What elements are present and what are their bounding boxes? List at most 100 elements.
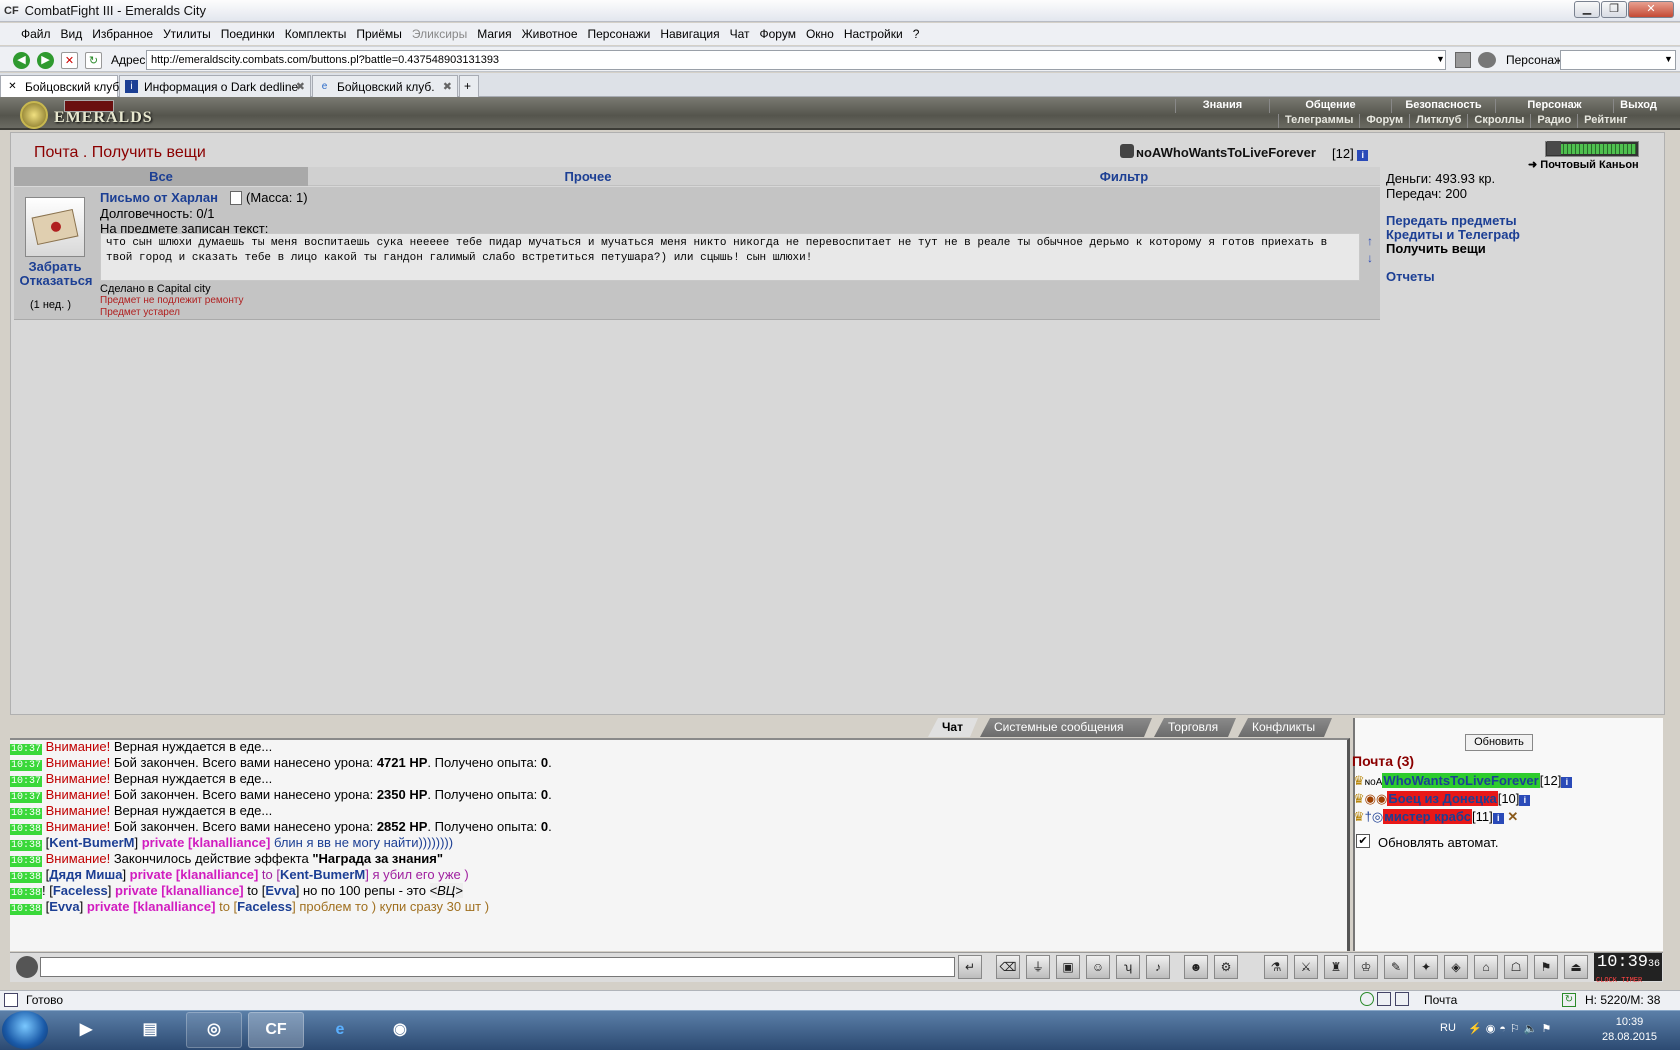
menu-techniques[interactable]: Приёмы <box>351 27 407 41</box>
take-link[interactable]: Забрать <box>25 259 85 274</box>
stop-icon[interactable]: ✕ <box>61 52 78 69</box>
location-link[interactable]: ➜ Почтовый Каньон <box>1528 158 1639 171</box>
eraser-icon[interactable]: ⌫ <box>996 955 1020 979</box>
new-tab-button[interactable]: + <box>459 75 479 97</box>
nav-forum[interactable]: Форум <box>1359 114 1409 128</box>
chat-tab-chat[interactable]: Чат <box>928 718 978 737</box>
chat-nick[interactable]: Faceless <box>53 883 108 898</box>
doc-status-icon[interactable] <box>1377 992 1392 1006</box>
menu-utilities[interactable]: Утилиты <box>158 27 216 41</box>
refresh-status-icon[interactable] <box>1360 992 1374 1006</box>
nav-character[interactable]: Персонаж <box>1495 99 1613 113</box>
speaker-icon[interactable] <box>16 956 38 978</box>
close-tab-icon[interactable]: ✖ <box>443 80 452 93</box>
flag-icon[interactable]: ⚑ <box>1534 955 1558 979</box>
link-credits-telegraph[interactable]: Кредиты и Телеграф <box>1386 227 1520 242</box>
scroll-icon[interactable]: ✎ <box>1384 955 1408 979</box>
text-scroll-arrows-icon[interactable]: ↑ ↓ <box>1364 233 1376 269</box>
ie-icon[interactable]: e <box>312 1012 368 1048</box>
tab-fight-club-2[interactable]: e Бойцовский клуб. ✖ <box>312 75 458 97</box>
menu-chat[interactable]: Чат <box>725 27 755 41</box>
bag-icon[interactable]: ♜ <box>1324 955 1348 979</box>
close-button[interactable]: ✕ <box>1628 1 1674 18</box>
info-icon[interactable]: i <box>1561 777 1573 788</box>
nav-litclub[interactable]: Литклуб <box>1409 114 1467 128</box>
dance-icon[interactable]: ☺ <box>1086 955 1110 979</box>
friends-icon[interactable]: ☖ <box>1504 955 1528 979</box>
chat-nick[interactable]: Kent-BumerM <box>280 867 365 882</box>
menu-window[interactable]: Окно <box>801 27 839 41</box>
menu-magic[interactable]: Магия <box>472 27 516 41</box>
link-reports[interactable]: Отчеты <box>1386 269 1435 284</box>
go-icon[interactable] <box>1455 52 1471 68</box>
smiley-icon[interactable]: ☻ <box>1184 955 1208 979</box>
maximize-button[interactable]: ❐ <box>1601 1 1627 18</box>
nav-radio[interactable]: Радио <box>1530 114 1577 128</box>
menu-settings[interactable]: Настройки <box>839 27 908 41</box>
chat-nick[interactable]: Evva <box>49 899 79 914</box>
menu-file[interactable]: Файл <box>16 27 56 41</box>
tab-info[interactable]: i Информация о Dark dedline ✖ <box>119 75 311 97</box>
chat-nick[interactable]: Дядя Миша <box>49 867 122 882</box>
chat-tab-system[interactable]: Системные сообщения <box>980 718 1152 737</box>
private-label[interactable]: private [klanalliance] <box>87 899 216 914</box>
info-icon[interactable]: i <box>1492 813 1504 824</box>
character-name[interactable]: ɴoAWhoWantsToLiveForever <box>1136 145 1316 160</box>
menu-animal[interactable]: Животное <box>517 27 583 41</box>
filter-icon[interactable]: ⏚ <box>1026 955 1050 979</box>
chat-tab-trade[interactable]: Торговля <box>1154 718 1236 737</box>
start-button[interactable] <box>2 1011 48 1049</box>
close-tab-icon[interactable]: ✖ <box>296 80 305 93</box>
menu-characters[interactable]: Персонажи <box>583 27 656 41</box>
address-input[interactable]: http://emeraldscity.combats.com/buttons.… <box>146 50 1446 70</box>
nav-scrolls[interactable]: Скроллы <box>1467 114 1530 128</box>
chat-input[interactable] <box>40 957 955 977</box>
window-status-icon[interactable] <box>1394 992 1409 1006</box>
chat-settings-icon[interactable]: ⚙ <box>1214 955 1238 979</box>
nav-rating[interactable]: Рейтинг <box>1577 114 1633 128</box>
auto-refresh-checkbox[interactable]: ✔ <box>1356 834 1370 848</box>
menu-duels[interactable]: Поединки <box>216 27 280 41</box>
menu-navigation[interactable]: Навигация <box>655 27 724 41</box>
nav-communication[interactable]: Общение <box>1269 99 1391 113</box>
refresh-icon[interactable]: ↻ <box>85 52 102 69</box>
forward-icon[interactable]: ▶ <box>37 52 54 69</box>
filter-other-tab[interactable]: Прочее <box>548 169 628 184</box>
filter-all-tab[interactable]: Все <box>14 167 308 186</box>
timestamp[interactable]: 10:38 <box>10 840 43 851</box>
sender-name[interactable]: мистер крабс <box>1383 809 1472 824</box>
menu-help[interactable]: ? <box>908 27 925 41</box>
sender-name[interactable]: Боец из Донецка <box>1387 791 1498 806</box>
menu-sets[interactable]: Комплекты <box>280 27 352 41</box>
tab-fight-club[interactable]: ✕ Бойцовский клуб <box>0 75 119 97</box>
timestamp[interactable]: 10:38 <box>10 856 43 867</box>
translit-icon[interactable]: ʮ <box>1116 955 1140 979</box>
menu-view[interactable]: Вид <box>56 27 88 41</box>
back-icon[interactable]: ◀ <box>13 52 30 69</box>
exit-icon[interactable]: ⏏ <box>1564 955 1588 979</box>
timestamp[interactable]: 10:38 <box>10 808 43 819</box>
timestamp[interactable]: 10:37 <box>10 760 43 771</box>
menu-forum[interactable]: Форум <box>755 27 801 41</box>
save-icon[interactable]: ▣ <box>1056 955 1080 979</box>
potion-icon[interactable]: ⚗ <box>1264 955 1288 979</box>
private-label[interactable]: private [klanalliance] <box>115 883 244 898</box>
menu-favorites[interactable]: Избранное <box>87 27 158 41</box>
timestamp[interactable]: 10:38 <box>10 824 43 835</box>
trophy-icon[interactable]: ♔ <box>1354 955 1378 979</box>
timestamp[interactable]: 10:38 <box>10 872 43 883</box>
link-receive-items[interactable]: Получить вещи <box>1386 241 1486 256</box>
sender-name[interactable]: WhoWantsToLiveForever <box>1382 773 1540 788</box>
inventory-icon[interactable]: ◈ <box>1444 955 1468 979</box>
nav-security[interactable]: Безопасность <box>1391 99 1495 113</box>
nav-exit[interactable]: Выход <box>1613 99 1663 113</box>
explorer-icon[interactable]: ▤ <box>122 1012 178 1048</box>
filter-button[interactable]: Фильтр <box>1084 169 1164 184</box>
sword-icon[interactable]: ⚔ <box>1294 955 1318 979</box>
chat-tab-conflicts[interactable]: Конфликты <box>1238 718 1332 737</box>
private-label[interactable]: private [klanalliance] <box>130 867 259 882</box>
info-icon[interactable]: i <box>1357 150 1369 161</box>
link-transfer-items[interactable]: Передать предметы <box>1386 213 1517 228</box>
timestamp[interactable]: 10:38 <box>10 904 43 915</box>
persona-icon[interactable] <box>1478 52 1496 68</box>
